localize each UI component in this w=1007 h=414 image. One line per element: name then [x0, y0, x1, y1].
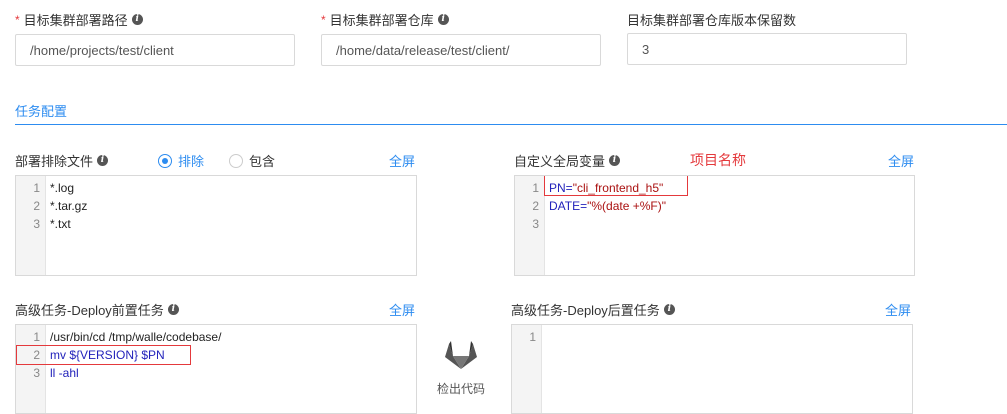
radio-checked-icon[interactable]: [158, 153, 172, 168]
keep-versions-label: 目标集群部署仓库版本保留数: [627, 13, 797, 28]
deploy-repo-label: * 目标集群部署仓库 i: [321, 10, 449, 29]
code-line: *.tar.gz: [50, 199, 88, 213]
globals-editor[interactable]: 1 2 3 PN="cli_frontend_h5" DATE="%(date …: [514, 175, 915, 276]
exclude-label: 部署排除文件 i: [15, 151, 109, 170]
project-name-annotation: 项目名称: [690, 152, 746, 168]
code-line: *.txt: [50, 217, 71, 231]
deploy-repo-input[interactable]: /home/data/release/test/client/: [321, 34, 601, 66]
gitlab-icon: [445, 341, 477, 369]
radio-unchecked-icon[interactable]: [229, 153, 243, 168]
post-deploy-fullscreen-link[interactable]: 全屏: [885, 300, 911, 319]
keep-versions-input[interactable]: 3: [627, 33, 907, 65]
globals-label: 自定义全局变量 i: [514, 151, 621, 170]
post-deploy-label: 高级任务-Deploy后置任务 i: [511, 300, 675, 319]
highlight-box: [16, 345, 191, 365]
radio-include[interactable]: 包含: [229, 151, 275, 170]
pre-deploy-label: 高级任务-Deploy前置任务 i: [15, 300, 179, 319]
info-icon[interactable]: i: [131, 14, 143, 25]
exclude-editor[interactable]: 1 2 3 *.log *.tar.gz *.txt: [15, 175, 417, 276]
checkout-label: 检出代码: [436, 382, 485, 396]
code-line: /usr/bin/cd /tmp/walle/codebase/: [50, 330, 222, 344]
info-icon[interactable]: i: [167, 304, 179, 315]
section-title: 任务配置: [15, 104, 68, 119]
info-icon[interactable]: i: [437, 14, 449, 25]
exclude-fullscreen-link[interactable]: 全屏: [389, 151, 415, 170]
checkout-button[interactable]: 检出代码: [431, 340, 491, 397]
globals-fullscreen-link[interactable]: 全屏: [888, 151, 914, 170]
info-icon[interactable]: i: [609, 155, 621, 166]
deploy-path-label: * 目标集群部署路径 i: [15, 10, 143, 29]
post-deploy-editor[interactable]: 1: [511, 324, 913, 414]
section-divider: [15, 124, 1007, 125]
deploy-path-input[interactable]: /home/projects/test/client: [15, 34, 295, 66]
radio-exclude[interactable]: 排除: [158, 151, 204, 170]
pre-deploy-editor[interactable]: 1 2 3 /usr/bin/cd /tmp/walle/codebase/ m…: [15, 324, 417, 414]
info-icon[interactable]: i: [663, 304, 675, 315]
pre-deploy-fullscreen-link[interactable]: 全屏: [389, 300, 415, 319]
highlight-box: [544, 176, 688, 196]
code-line: ll -ahl: [50, 366, 79, 380]
info-icon[interactable]: i: [97, 155, 109, 166]
code-line: *.log: [50, 181, 75, 195]
code-line: DATE="%(date +%F)": [549, 199, 667, 213]
